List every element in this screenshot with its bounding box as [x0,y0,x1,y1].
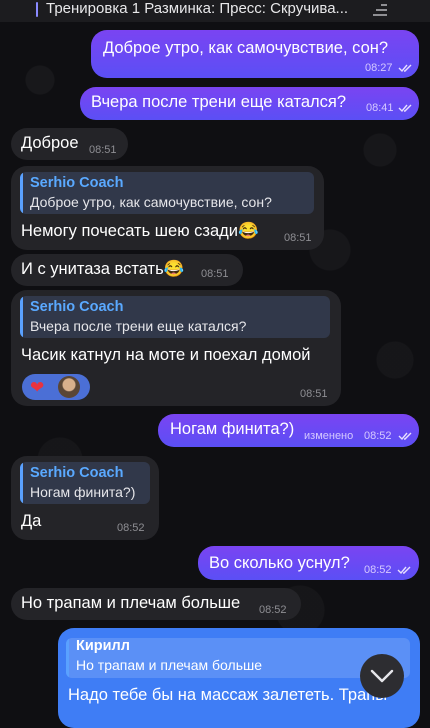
message-time: 08:51 [300,388,328,400]
pin-list-icon[interactable] [372,3,388,17]
double-check-icon [398,64,412,73]
reply-text: Но трапам и плечам больше [76,657,263,673]
message-text: Надо тебе бы на массаж залететь. Трапы [68,686,388,704]
message-incoming[interactable]: Serhio Coach Доброе утро, как самочувств… [11,166,324,250]
message-text: Во сколько уснул? [209,554,350,572]
message-time: 08:52 [259,604,287,616]
message-time: 08:52 [117,522,145,534]
message-reactions[interactable]: ❤ [22,374,90,400]
message-outgoing[interactable]: Ногам финита?) изменено 08:52 [158,414,419,447]
message-outgoing[interactable]: Доброе утро, как самочувствие, сон? 08:2… [91,30,419,78]
pinned-message-bar[interactable]: Тренировка 1 Разминка: Пресс: Скручива..… [0,0,430,22]
message-outgoing[interactable]: Во сколько уснул? 08:52 [198,546,419,580]
message-incoming[interactable]: Serhio Coach Ногам финита?) Да 08:52 [11,456,159,540]
reply-quote[interactable]: Serhio Coach Доброе утро, как самочувств… [20,172,314,214]
message-time: 08:51 [284,232,312,244]
message-text: Вчера после трени еще катался? [91,93,347,111]
message-text: Но трапам и плечам больше [21,594,241,612]
heart-icon: ❤ [30,378,45,397]
reply-author: Кирилл [76,638,130,654]
chevron-down-icon [370,669,394,683]
message-time: 08:27 [365,62,393,74]
message-text: Ногам финита?) [170,420,295,438]
message-text: Часик катнул на моте и поехал домой [21,346,311,364]
pinned-message-text: Тренировка 1 Разминка: Пресс: Скручива..… [46,0,349,17]
message-time: 08:52 [364,564,392,576]
reply-quote[interactable]: Serhio Coach Ногам финита?) [20,462,150,504]
message-text: Да [21,512,42,530]
reply-text: Вчера после трени еще катался? [30,318,247,334]
message-edited-label: изменено [304,430,354,442]
reply-author: Serhio Coach [30,175,124,191]
pinned-indicator [36,2,38,17]
reply-quote[interactable]: Serhio Coach Вчера после трени еще катал… [20,296,330,338]
message-time: 08:51 [89,144,117,156]
reply-author: Serhio Coach [30,465,124,481]
double-check-icon [398,432,412,441]
message-text: Немогу почесать шею сзади😂 [21,222,259,240]
message-text: Доброе [21,134,79,152]
message-time: 08:51 [201,268,229,280]
message-outgoing[interactable]: Вчера после трени еще катался? 08:41 [80,87,419,120]
message-text: Доброе утро, как самочувствие, сон? [103,39,389,57]
scroll-down-button[interactable] [360,654,404,698]
double-check-icon [398,104,412,113]
message-incoming[interactable]: Но трапам и плечам больше 08:52 [11,588,301,620]
avatar [58,376,80,398]
reply-author: Serhio Coach [30,299,124,315]
message-time: 08:41 [366,102,394,114]
reply-text: Доброе утро, как самочувствие, сон? [30,194,272,210]
message-text: И с унитаза встать😂 [21,260,185,278]
reply-quote[interactable]: Кирилл Но трапам и плечам больше [66,638,410,678]
message-incoming[interactable]: Доброе 08:51 [11,128,128,160]
double-check-icon [397,566,411,575]
message-incoming[interactable]: И с унитаза встать😂 08:51 [11,254,243,286]
message-time: 08:52 [364,430,392,442]
reply-text: Ногам финита?) [30,484,136,500]
